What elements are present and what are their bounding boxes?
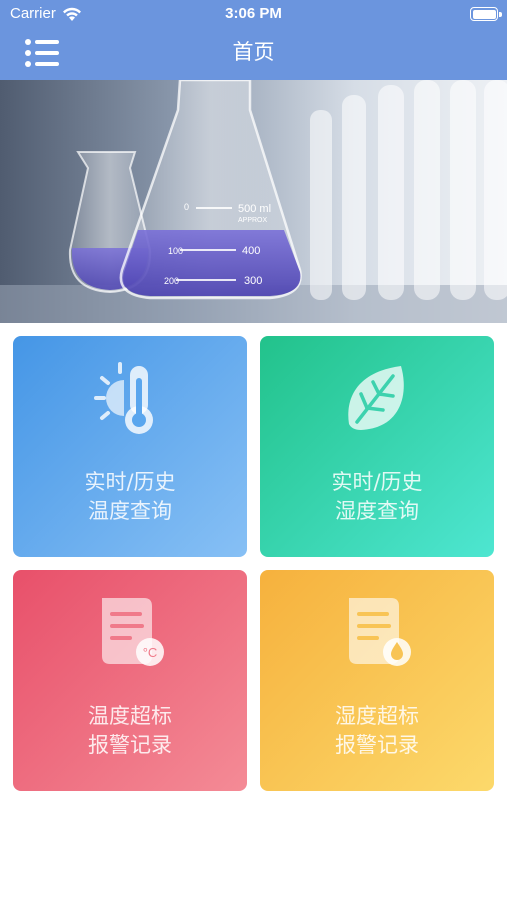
temperature-query-tile[interactable]: 实时/历史 温度查询 [13,336,247,557]
page-title: 首页 [232,40,275,64]
battery-icon [470,7,498,21]
banner-label-300: 300 [244,275,262,287]
banner-label-0: 0 [184,202,189,212]
humidity-alarm-label: 湿度超标 报警记录 [335,704,419,757]
thermometer-sun-icon [94,362,153,434]
humidity-query-label: 实时/历史 湿度查询 [331,470,423,523]
status-bar: Carrier 3:06 PM [0,0,507,28]
battery-tip [499,12,502,17]
status-time: 3:06 PM [225,5,282,22]
document-humidity-icon [349,598,411,666]
document-temperature-icon: °C [102,598,164,666]
humidity-query-tile[interactable]: 实时/历史 湿度查询 [260,336,494,557]
banner-label-200: 200 [164,276,179,286]
celsius-badge: °C [143,645,158,660]
temperature-query-label: 实时/历史 温度查询 [84,470,176,523]
banner-label-100: 100 [168,246,183,256]
banner-label-approx: APPROX [238,217,268,224]
temperature-alarm-label: 温度超标 报警记录 [88,704,172,757]
banner-image: 500 ml APPROX 400 300 100 200 0 [0,80,507,323]
banner-label-400: 400 [242,245,260,257]
temperature-alarm-tile[interactable]: °C 温度超标 报警记录 [13,570,247,791]
humidity-alarm-tile[interactable]: 湿度超标 报警记录 [260,570,494,791]
navigation-bar: Carrier 3:06 PM 首页 [0,0,507,80]
banner-label-500: 500 ml [238,203,271,215]
leaf-icon [348,366,404,430]
